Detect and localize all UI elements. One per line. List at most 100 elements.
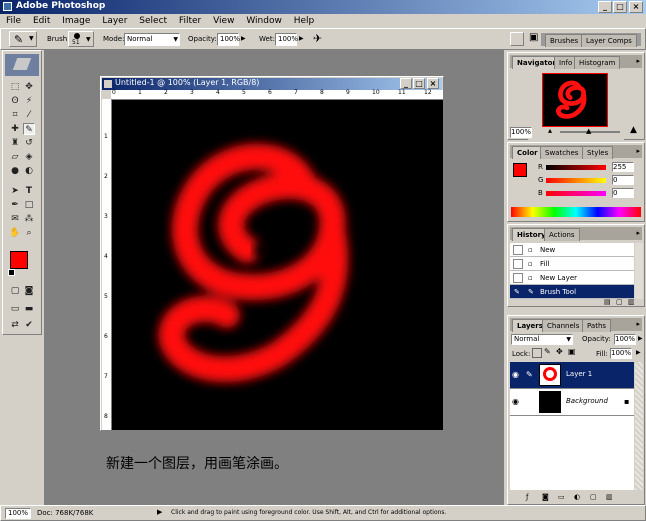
- blend-mode-select[interactable]: Normal ▼: [511, 334, 573, 345]
- menu-select[interactable]: Select: [139, 16, 167, 26]
- close-button[interactable]: ×: [629, 1, 643, 13]
- menu-image[interactable]: Image: [62, 16, 90, 26]
- trash-icon[interactable]: ▥: [606, 493, 613, 501]
- canvas[interactable]: [112, 100, 443, 430]
- shape-tool-icon[interactable]: □: [23, 199, 35, 211]
- layer-opacity-input[interactable]: 100%: [614, 334, 636, 345]
- lock-all-icon[interactable]: ▣: [568, 347, 576, 356]
- minimize-button[interactable]: _: [598, 1, 612, 13]
- path-selection-tool-icon[interactable]: ➤: [9, 185, 21, 197]
- channel-g-slider[interactable]: [546, 178, 606, 183]
- document-title-bar[interactable]: Untitled-1 @ 100% (Layer 1, RGB/8) _ □ ×: [102, 78, 442, 90]
- eyedropper-tool-icon[interactable]: ⁂: [23, 213, 35, 225]
- slice-tool-icon[interactable]: ⁄: [23, 109, 35, 121]
- chevron-right-icon[interactable]: ▶: [299, 35, 304, 42]
- move-tool-icon[interactable]: ✥: [23, 81, 35, 93]
- menu-layer[interactable]: Layer: [102, 16, 127, 26]
- layer-mask-icon[interactable]: ◙: [542, 493, 549, 501]
- history-item-new-layer[interactable]: ▫ New Layer: [510, 271, 634, 285]
- doc-maximize-button[interactable]: □: [413, 78, 425, 89]
- doc-minimize-button[interactable]: _: [400, 78, 412, 89]
- channel-r-slider[interactable]: [546, 165, 606, 170]
- foreground-color-swatch[interactable]: [10, 251, 28, 269]
- chevron-right-icon[interactable]: ▶: [638, 335, 643, 342]
- brush-picker[interactable]: 51 ▼: [68, 31, 94, 47]
- channel-r-input[interactable]: 255: [612, 162, 634, 172]
- snapshot-checkbox[interactable]: [513, 273, 523, 283]
- eraser-tool-icon[interactable]: ▱: [9, 151, 21, 163]
- history-item-brush-tool[interactable]: ✎ ✎ Brush Tool: [510, 285, 634, 299]
- eye-icon[interactable]: ◉: [512, 397, 519, 406]
- history-item-new[interactable]: ▫ New: [510, 243, 634, 257]
- lock-position-icon[interactable]: ✥: [556, 347, 563, 356]
- color-fg-swatch[interactable]: [513, 163, 527, 177]
- tab-color[interactable]: Color: [512, 146, 543, 159]
- tab-actions[interactable]: Actions: [544, 228, 580, 241]
- new-snapshot-icon[interactable]: ▢: [616, 298, 623, 306]
- pen-tool-icon[interactable]: ✒: [9, 199, 21, 211]
- standard-screen-mode-icon[interactable]: ▭: [9, 303, 21, 315]
- menu-view[interactable]: View: [213, 16, 234, 26]
- zoom-tool-icon[interactable]: ⌕: [23, 227, 35, 239]
- snapshot-checkbox[interactable]: [513, 245, 523, 255]
- color-ramp[interactable]: [511, 207, 641, 217]
- channel-g-input[interactable]: 0: [612, 175, 634, 185]
- navigator-zoom-input[interactable]: 100%: [510, 127, 532, 138]
- zoom-in-icon[interactable]: ▲: [630, 125, 637, 135]
- history-item-fill[interactable]: ▫ Fill: [510, 257, 634, 271]
- menu-edit[interactable]: Edit: [33, 16, 50, 26]
- snapshot-checkbox[interactable]: [513, 259, 523, 269]
- panel-menu-icon[interactable]: ▸: [636, 147, 640, 155]
- new-document-icon[interactable]: ▤: [604, 298, 611, 306]
- tab-swatches[interactable]: Swatches: [540, 146, 584, 159]
- zoom-slider-thumb[interactable]: ▲: [586, 127, 591, 135]
- panel-menu-icon[interactable]: ▸: [636, 320, 640, 328]
- status-arrow-icon[interactable]: ▶: [157, 508, 162, 516]
- layer-name[interactable]: Layer 1: [566, 370, 592, 378]
- navigator-view-box[interactable]: [542, 73, 608, 127]
- clone-stamp-tool-icon[interactable]: ♜: [9, 137, 21, 149]
- new-layer-icon[interactable]: ▢: [590, 493, 597, 501]
- tab-histogram[interactable]: Histogram: [574, 56, 621, 69]
- magic-wand-tool-icon[interactable]: ⚡: [23, 95, 35, 107]
- healing-brush-tool-icon[interactable]: ✚: [9, 123, 21, 135]
- fill-input[interactable]: 100%: [610, 348, 632, 359]
- channel-b-input[interactable]: 0: [612, 188, 634, 198]
- tool-preset-picker[interactable]: ✎ ▼: [9, 31, 37, 47]
- lock-image-icon[interactable]: ✎: [544, 347, 551, 356]
- quick-mask-mode-icon[interactable]: ◙: [23, 285, 35, 297]
- jump-to-imageready-icon[interactable]: ⇄: [9, 319, 21, 331]
- marquee-tool-icon[interactable]: ⬚: [9, 81, 21, 93]
- standard-mode-icon[interactable]: ▢: [9, 285, 21, 297]
- chevron-right-icon[interactable]: ▶: [241, 35, 246, 42]
- menu-window[interactable]: Window: [246, 16, 282, 26]
- tab-brushes[interactable]: Brushes: [545, 34, 584, 47]
- notes-tool-icon[interactable]: ✉: [9, 213, 21, 225]
- layer-row-layer-1[interactable]: ◉ ✎ Layer 1: [510, 362, 634, 389]
- layer-set-icon[interactable]: ▭: [558, 493, 565, 501]
- toolbox-logo[interactable]: [5, 54, 39, 76]
- crop-tool-icon[interactable]: ⌗: [9, 109, 21, 121]
- imageready-icon[interactable]: ✔: [23, 319, 35, 331]
- panel-menu-icon[interactable]: ▸: [636, 57, 640, 65]
- wet-input[interactable]: 100%: [275, 33, 298, 46]
- menu-file[interactable]: File: [6, 16, 21, 26]
- mode-select[interactable]: Normal ▼: [124, 33, 180, 46]
- blur-tool-icon[interactable]: ●: [9, 165, 21, 177]
- tab-paths[interactable]: Paths: [582, 319, 612, 332]
- airbrush-icon[interactable]: ✈: [313, 32, 322, 45]
- adjustment-layer-icon[interactable]: ◐: [574, 493, 580, 501]
- full-screen-mode-icon[interactable]: ▬: [23, 303, 35, 315]
- lasso-tool-icon[interactable]: ʘ: [9, 95, 21, 107]
- type-tool-icon[interactable]: T: [23, 185, 35, 197]
- lock-transparency-icon[interactable]: [532, 348, 542, 358]
- trash-icon[interactable]: ▥: [628, 298, 635, 306]
- layer-row-background[interactable]: ◉ Background ▪: [510, 389, 634, 416]
- tab-layer-comps[interactable]: Layer Comps: [581, 34, 637, 47]
- chevron-right-icon[interactable]: ▶: [636, 349, 641, 356]
- dodge-tool-icon[interactable]: ◐: [23, 165, 35, 177]
- status-zoom-input[interactable]: 100%: [5, 508, 31, 519]
- layer-style-icon[interactable]: ƒ: [526, 493, 528, 501]
- eye-icon[interactable]: ◉: [512, 370, 519, 379]
- hand-tool-icon[interactable]: ✋: [9, 227, 21, 239]
